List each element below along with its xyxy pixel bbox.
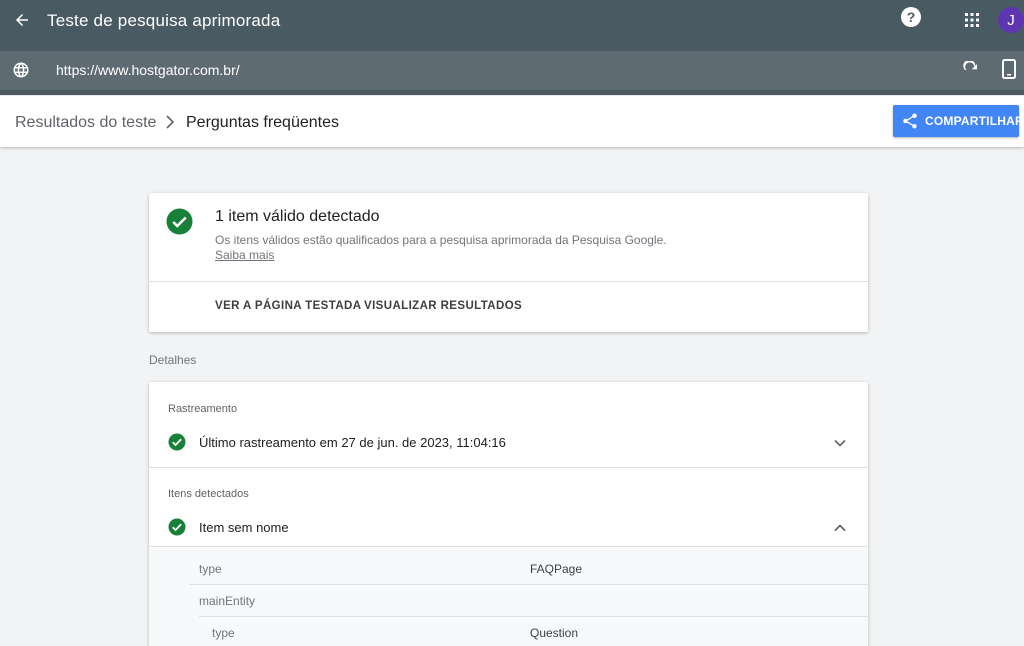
check-circle-icon	[168, 518, 186, 536]
table-row: mainEntity	[149, 585, 868, 617]
phone-device-icon[interactable]	[1001, 59, 1017, 79]
breadcrumb: Resultados do teste Perguntas freqüentes…	[0, 96, 1024, 147]
property-key: type	[212, 626, 235, 640]
help-icon[interactable]: ?	[901, 7, 921, 27]
url-text[interactable]: https://www.hostgator.com.br/	[56, 62, 240, 78]
table-row: type FAQPage	[149, 553, 868, 585]
summary-heading: 1 item válido detectado	[215, 208, 380, 225]
breadcrumb-current: Perguntas freqüentes	[186, 114, 339, 131]
summary-card: 1 item válido detectado Os itens válidos…	[149, 193, 868, 332]
property-value: Question	[530, 626, 579, 640]
property-key: mainEntity	[199, 594, 256, 608]
app-bar: Teste de pesquisa aprimorada ? J	[0, 0, 1024, 51]
detected-section-label: Itens detectados	[168, 488, 249, 500]
summary-description: Os itens válidos estão qualificados para…	[215, 233, 667, 247]
chevron-down-icon[interactable]	[833, 436, 847, 450]
property-value: FAQPage	[530, 562, 583, 576]
table-row: type Question	[149, 617, 868, 646]
property-key: type	[199, 562, 222, 576]
view-tested-page-button[interactable]: VER A PÁGINA TESTADA	[215, 300, 361, 312]
detected-item-name[interactable]: Item sem nome	[199, 520, 289, 535]
app-title: Teste de pesquisa aprimorada	[47, 11, 281, 30]
preview-results-button[interactable]: VISUALIZAR RESULTADOS	[364, 300, 522, 312]
refresh-icon[interactable]	[962, 59, 980, 79]
last-crawl-text: Último rastreamento em 27 de jun. de 202…	[199, 435, 506, 450]
check-circle-icon	[166, 208, 193, 235]
share-label: COMPARTILHAR	[925, 114, 1024, 128]
divider	[149, 281, 868, 282]
learn-more-link[interactable]: Saiba mais	[215, 248, 274, 262]
divider	[149, 467, 868, 468]
share-button[interactable]: COMPARTILHAR	[893, 105, 1024, 137]
check-circle-icon	[168, 433, 186, 451]
url-bar: https://www.hostgator.com.br/	[0, 51, 1024, 95]
avatar[interactable]: J	[998, 7, 1024, 33]
property-table: type FAQPage mainEntity type Question	[149, 546, 868, 646]
apps-grid-icon[interactable]	[963, 11, 981, 29]
chevron-right-icon	[164, 115, 176, 129]
breadcrumb-parent[interactable]: Resultados do teste	[15, 114, 156, 132]
globe-icon	[12, 61, 30, 79]
details-label: Detalhes	[149, 353, 197, 367]
details-card: Rastreamento Último rastreamento em 27 d…	[149, 382, 868, 646]
crawl-section-label: Rastreamento	[168, 403, 238, 415]
chevron-up-icon[interactable]	[833, 521, 847, 535]
share-icon	[901, 112, 919, 130]
back-arrow-icon[interactable]	[8, 6, 36, 34]
